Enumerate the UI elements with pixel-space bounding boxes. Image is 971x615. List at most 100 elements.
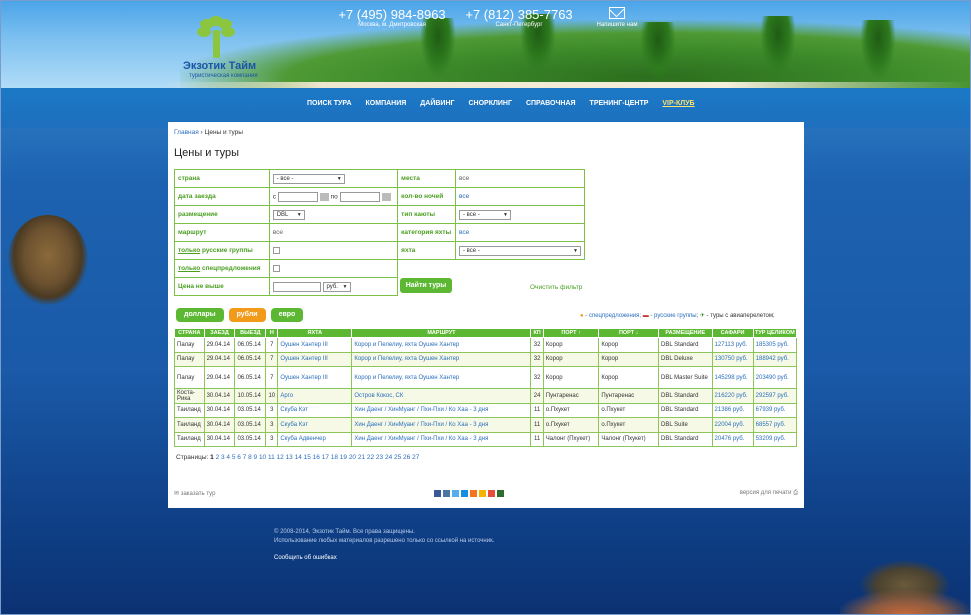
table-cell[interactable]: Корор и Пелелиу, яхта Оушен Хантер bbox=[351, 337, 532, 353]
page-links[interactable]: 2 3 4 5 6 7 8 9 10 11 12 13 14 15 16 17 … bbox=[216, 454, 420, 461]
legend-special[interactable]: - спецпредложения; bbox=[584, 313, 641, 319]
table-cell: 03.05.14 bbox=[234, 417, 267, 433]
table-cell[interactable]: Арго bbox=[277, 388, 353, 404]
facebook-icon[interactable] bbox=[434, 490, 441, 497]
logo[interactable]: Экзотик Тайм туристическая компания bbox=[183, 16, 268, 86]
col-arrival[interactable]: ЗАЕЗД bbox=[203, 328, 236, 338]
date-from-input[interactable] bbox=[277, 191, 318, 202]
table-cell: DBL Standard bbox=[658, 402, 713, 418]
bookmark-icon[interactable] bbox=[479, 490, 486, 497]
nav-item-reference[interactable]: СПРАВОЧНАЯ bbox=[519, 100, 583, 107]
legend: ● - спецпредложения; ▬ - русские группы;… bbox=[580, 313, 775, 319]
russian-groups-checkbox[interactable] bbox=[272, 246, 280, 254]
table-cell: Палау bbox=[174, 351, 205, 367]
nav-item-training-center[interactable]: ТРЕНИНГ-ЦЕНТР bbox=[583, 100, 656, 107]
clear-filter-link[interactable]: Очистить фильтр bbox=[530, 284, 582, 291]
table-cell: DBL Master Suite bbox=[658, 366, 713, 389]
filter-route-value[interactable]: все bbox=[268, 223, 399, 242]
col-safari[interactable]: САФАРИ bbox=[711, 328, 754, 338]
col-yacht[interactable]: ЯХТА bbox=[277, 328, 353, 338]
col-placement[interactable]: РАЗМЕЩЕНИЕ bbox=[658, 328, 713, 338]
table-cell[interactable]: 53209 руб. bbox=[752, 431, 798, 447]
find-tours-button[interactable]: Найти туры bbox=[400, 278, 452, 293]
col-cp[interactable]: КП bbox=[530, 328, 544, 338]
table-cell[interactable]: 185305 руб. bbox=[752, 337, 798, 353]
col-nights[interactable]: Н bbox=[265, 328, 279, 338]
table-cell[interactable]: Хин Даенг / ХинМуанг / Пхи-Пхи / Ко Хаа … bbox=[351, 431, 532, 447]
col-full-tour[interactable]: ТУР ЦЕЛИКОМ bbox=[752, 328, 798, 338]
table-cell: Пунтаренас bbox=[542, 388, 600, 404]
breadcrumb-home[interactable]: Главная bbox=[174, 129, 199, 136]
table-cell[interactable]: Хин Даенг / ХинМуанг / Пхи-Пхи / Ко Хаа … bbox=[351, 402, 532, 418]
calendar-icon[interactable] bbox=[319, 192, 329, 201]
table-cell[interactable]: Остров Кокос, СК bbox=[351, 388, 532, 404]
table-cell[interactable]: 145298 руб. bbox=[711, 366, 754, 389]
date-to-input[interactable] bbox=[339, 191, 380, 202]
mailru-icon[interactable] bbox=[461, 490, 468, 497]
twitter-icon[interactable] bbox=[452, 490, 459, 497]
footer: © 2008-2014, Экзотик Тайм. Все права защ… bbox=[274, 528, 494, 563]
table-cell[interactable]: 130750 руб. bbox=[711, 351, 754, 367]
col-port-out[interactable]: ПОРТ ↓ bbox=[598, 328, 660, 338]
table-cell: 06.05.14 bbox=[234, 351, 267, 367]
table-cell[interactable]: 292597 руб. bbox=[752, 388, 798, 404]
nav-item-snorkeling[interactable]: СНОРКЛИНГ bbox=[461, 100, 518, 107]
col-country[interactable]: СТРАНА bbox=[174, 328, 205, 338]
yacht-select[interactable]: - все - bbox=[459, 245, 581, 256]
table-cell[interactable]: Корор и Пелелиу, яхта Оушен Хантер bbox=[351, 351, 532, 367]
table-cell[interactable]: 21386 руб. bbox=[711, 402, 754, 418]
report-error-link[interactable]: Сообщить об ошибках bbox=[274, 554, 494, 563]
currency-rub-button[interactable]: рубли bbox=[228, 308, 266, 322]
currency-usd-button[interactable]: доллары bbox=[176, 308, 224, 322]
table-cell[interactable]: 127113 руб. bbox=[711, 337, 754, 353]
table-cell[interactable]: Корор и Пелелиу, яхта Оушен Хантер bbox=[351, 366, 532, 389]
nav-item-search-tour[interactable]: ПОИСК ТУРА bbox=[300, 100, 359, 107]
table-row: Палау 29.04.14 06.05.14 7 Оушен Хантер III Ко… bbox=[174, 337, 798, 353]
table-cell[interactable]: Скуба Кэт bbox=[277, 402, 353, 418]
table-cell[interactable]: 188942 руб. bbox=[752, 351, 798, 367]
table-cell: 24 bbox=[530, 388, 544, 404]
write-us-link[interactable]: Напишите нам bbox=[592, 7, 642, 28]
order-tour-link[interactable]: ✉ заказать тур bbox=[174, 490, 215, 497]
country-select[interactable]: - все - bbox=[272, 173, 345, 184]
placement-select[interactable]: DBL bbox=[272, 209, 305, 220]
calendar-icon[interactable] bbox=[381, 192, 391, 201]
vkontakte-icon[interactable] bbox=[443, 490, 450, 497]
table-cell[interactable]: 203490 руб. bbox=[752, 366, 798, 389]
table-cell: 11 bbox=[530, 402, 544, 418]
table-cell[interactable]: 67939 руб. bbox=[752, 402, 798, 418]
cabin-select[interactable]: - все - bbox=[459, 209, 511, 220]
odnoklassniki-icon[interactable] bbox=[470, 490, 477, 497]
table-cell: DBL Standard bbox=[658, 337, 713, 353]
table-cell[interactable]: 20476 руб. bbox=[711, 431, 754, 447]
filter-nights-value[interactable]: все bbox=[455, 187, 585, 206]
table-cell[interactable]: Оушен Хантер III bbox=[277, 366, 353, 389]
table-cell[interactable]: Оушен Хантер III bbox=[277, 351, 353, 367]
col-departure[interactable]: ВЫЕЗД bbox=[234, 328, 267, 338]
write-us-label: Напишите нам bbox=[596, 22, 638, 28]
col-port-in[interactable]: ПОРТ ↑ bbox=[542, 328, 600, 338]
table-cell[interactable]: Оушен Хантер III bbox=[277, 337, 353, 353]
currency-eur-button[interactable]: евро bbox=[270, 308, 304, 322]
legend-russian[interactable]: - русские группы bbox=[649, 313, 696, 319]
table-cell[interactable]: Скуба Адвенчер bbox=[277, 431, 353, 447]
table-cell[interactable]: Хин Даенг / ХинМуанг / Пхи-Пхи / Ко Хаа … bbox=[351, 417, 532, 433]
price-currency-select[interactable]: руб. bbox=[322, 281, 351, 292]
table-cell: Пунтаренас bbox=[598, 388, 660, 404]
google-icon[interactable] bbox=[488, 490, 495, 497]
livejournal-icon[interactable] bbox=[497, 490, 504, 497]
nav-item-diving[interactable]: ДАЙВИНГ bbox=[413, 100, 461, 107]
special-offers-checkbox[interactable] bbox=[272, 264, 280, 272]
col-route[interactable]: МАРШРУТ bbox=[351, 328, 532, 338]
nav-item-company[interactable]: КОМПАНИЯ bbox=[359, 100, 414, 107]
print-version-link[interactable]: версия для печати ⎙ bbox=[740, 490, 798, 497]
table-cell[interactable]: 216220 руб. bbox=[711, 388, 754, 404]
table-cell[interactable]: Скуба Кэт bbox=[277, 417, 353, 433]
nav-item-vip-club[interactable]: VIP-КЛУБ bbox=[655, 100, 701, 107]
table-cell[interactable]: 68557 руб. bbox=[752, 417, 798, 433]
table-cell[interactable]: 22004 руб. bbox=[711, 417, 754, 433]
price-input[interactable] bbox=[272, 281, 321, 292]
filter-places-value[interactable]: все bbox=[455, 169, 585, 188]
filter-yacht-category-value[interactable]: все bbox=[455, 223, 585, 242]
table-cell: DBL Suite bbox=[658, 417, 713, 433]
